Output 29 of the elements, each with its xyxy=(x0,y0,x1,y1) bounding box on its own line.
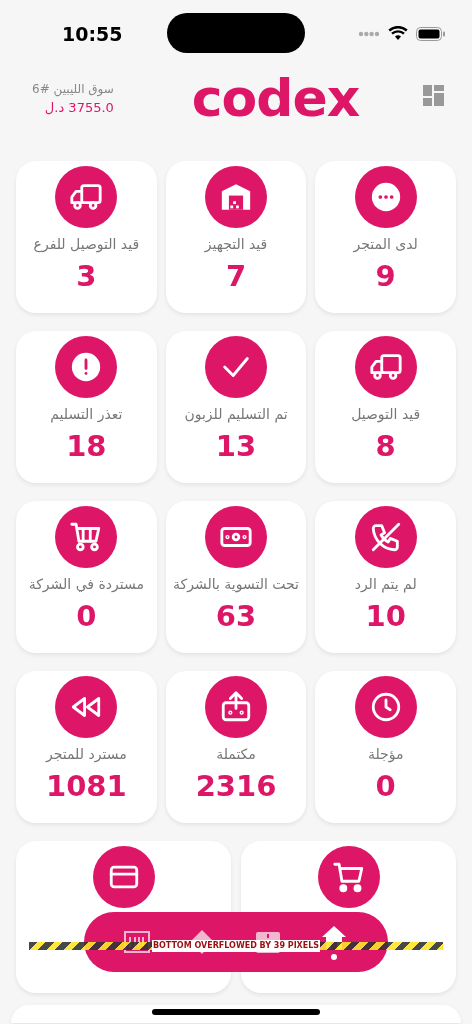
status-count: 1081 xyxy=(46,769,127,804)
status-count: 9 xyxy=(375,259,396,294)
status-label: قيد التوصيل xyxy=(351,405,421,425)
status-count: 63 xyxy=(215,599,257,634)
status-time: 10:55 xyxy=(62,22,123,47)
status-count: 2316 xyxy=(195,769,277,804)
status-count: 0 xyxy=(375,769,396,804)
balance: 3755.0 د.ل xyxy=(43,99,114,117)
status-label: لدى المتجر xyxy=(353,235,418,255)
logo: codex xyxy=(191,72,360,124)
status-label: تم التسليم للزبون xyxy=(184,405,288,425)
status-label: مستردة في الشركة xyxy=(28,575,144,595)
status-label: لم يتم الرد xyxy=(354,575,417,595)
status-count: 10 xyxy=(365,599,406,634)
overflow-warning-toast: BOTTOM OVERFLOWED BY 39 PIXELS xyxy=(29,940,443,952)
status-label: مكتملة xyxy=(216,745,256,764)
status-count: 18 xyxy=(66,429,107,464)
status-count: 7 xyxy=(225,259,247,294)
status-label: مؤجلة xyxy=(367,745,404,765)
status-label: قيد التجهيز xyxy=(204,235,268,255)
status-label: قيد التوصيل للفرع xyxy=(33,235,140,255)
status-count: 3 xyxy=(76,259,97,294)
store-name: سوق الليبين #6 xyxy=(32,81,114,98)
status-label: مسترد للمتجر xyxy=(46,745,127,765)
status-count: 8 xyxy=(375,429,396,464)
status-label: تحت التسوية بالشركة xyxy=(173,575,299,595)
status-count: 13 xyxy=(215,429,257,464)
status-count: 0 xyxy=(76,599,97,634)
status-label: تعذر التسليم xyxy=(50,405,123,425)
